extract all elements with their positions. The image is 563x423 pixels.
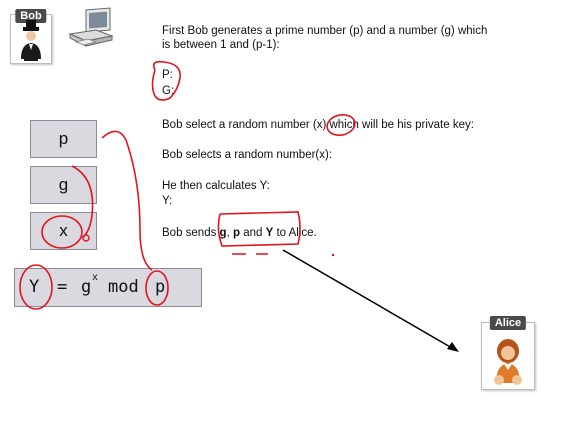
formula-eq: = bbox=[57, 277, 68, 297]
formula-y: Y bbox=[29, 277, 40, 297]
step4-text: He then calculates Y: bbox=[162, 180, 270, 192]
g-label: G: bbox=[162, 85, 175, 97]
send-g: g bbox=[219, 227, 227, 239]
computer-icon bbox=[68, 7, 114, 47]
p-label: P: bbox=[162, 69, 173, 81]
y-label: Y: bbox=[162, 195, 173, 207]
step3-text: Bob selects a random number(x): bbox=[162, 149, 333, 161]
step2-text: Bob select a random number (x) which wil… bbox=[162, 119, 474, 131]
alice-avatar-icon bbox=[494, 339, 522, 385]
formula-g: g bbox=[81, 277, 92, 297]
alice-card: Alice bbox=[481, 316, 535, 390]
x-box: x bbox=[30, 212, 97, 250]
g-box: g bbox=[30, 166, 97, 204]
formula-box: Y = g x mod p bbox=[14, 268, 202, 307]
send-prefix: Bob sends bbox=[162, 227, 220, 239]
send-p: p bbox=[232, 227, 240, 239]
send-sep2: and bbox=[240, 227, 266, 239]
step1-line2: is between 1 and (p-1): bbox=[162, 39, 280, 51]
bob-card: Bob bbox=[10, 9, 52, 64]
bob-avatar-icon bbox=[21, 20, 41, 61]
send-text: Bob sends g, p and Y to Alice. bbox=[162, 226, 317, 240]
step1-line1: First Bob generates a prime number (p) a… bbox=[162, 25, 488, 37]
formula-p: p bbox=[155, 277, 166, 297]
send-suffix: to Alice. bbox=[273, 227, 317, 239]
p-box: p bbox=[30, 120, 97, 158]
formula-exp: x bbox=[92, 272, 99, 283]
formula-mod: mod bbox=[108, 277, 139, 297]
